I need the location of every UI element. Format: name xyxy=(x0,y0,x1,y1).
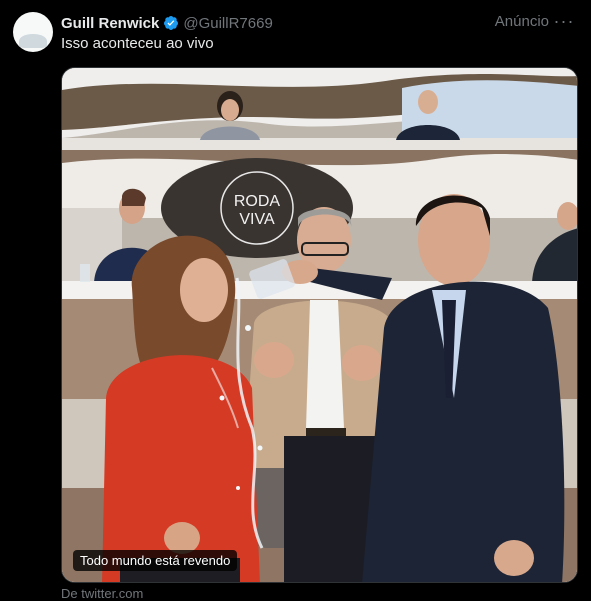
roda-logo-line2: VIVA xyxy=(239,211,275,228)
tv-studio-scene-image: RODA VIVA xyxy=(62,68,577,582)
avatar-placeholder-icon xyxy=(19,34,47,48)
more-options-icon[interactable]: ··· xyxy=(551,8,577,34)
author-name[interactable]: Guill Renwick xyxy=(61,15,159,32)
verified-badge-icon xyxy=(164,16,179,30)
media-caption: Todo mundo está revendo xyxy=(73,550,238,571)
tweet-text: Isso aconteceu ao vivo xyxy=(61,35,214,52)
tweet-header: Guill Renwick @GuillR7669 xyxy=(61,13,273,33)
author-handle[interactable]: @GuillR7669 xyxy=(183,15,272,32)
tweet-media[interactable]: RODA VIVA Todo mundo está revendo xyxy=(61,67,578,583)
ad-label: Anúncio xyxy=(494,13,549,30)
tweet: Guill Renwick @GuillR7669 Anúncio ··· Is… xyxy=(0,0,591,601)
roda-logo-line1: RODA xyxy=(234,193,281,210)
author-avatar[interactable] xyxy=(13,12,53,52)
